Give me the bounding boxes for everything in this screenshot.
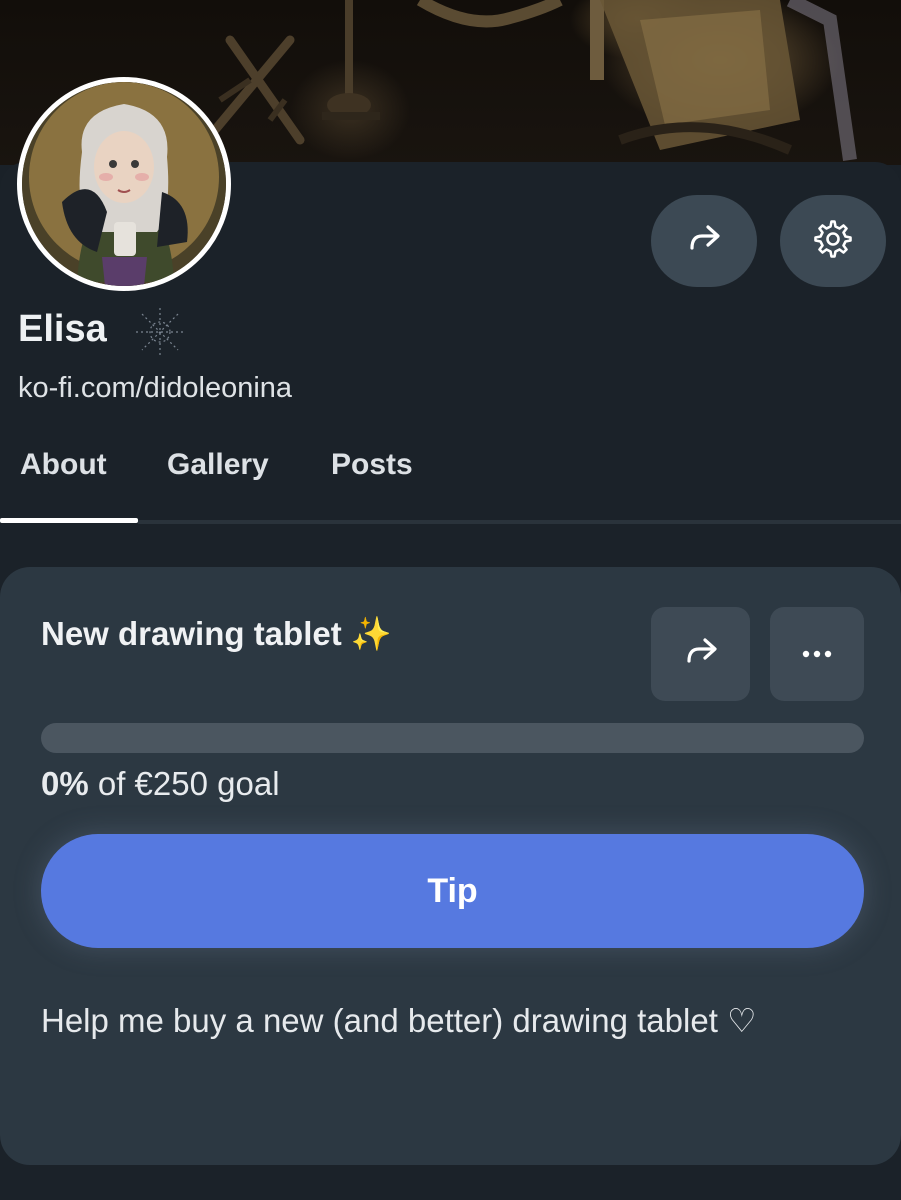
gear-icon	[813, 219, 853, 264]
profile-url[interactable]: ko-fi.com/didoleonina	[18, 372, 292, 405]
share-icon	[681, 634, 721, 675]
share-icon	[684, 221, 724, 262]
tab-about[interactable]: About	[20, 448, 107, 482]
share-goal-button[interactable]	[651, 607, 750, 701]
more-icon	[801, 645, 833, 663]
tip-button[interactable]: Tip	[41, 834, 864, 948]
goal-card: New drawing tablet ✨ 0% of €250 goal Tip…	[0, 567, 901, 1165]
goal-title: New drawing tablet ✨	[41, 615, 392, 652]
goal-progress-text: 0% of €250 goal	[41, 765, 280, 803]
tab-gallery[interactable]: Gallery	[167, 448, 269, 482]
share-profile-button[interactable]	[651, 195, 757, 287]
more-options-button[interactable]	[770, 607, 864, 701]
goal-amount: of €250 goal	[88, 765, 280, 802]
goal-description: Help me buy a new (and better) drawing t…	[41, 1002, 757, 1039]
tab-divider	[138, 520, 901, 524]
profile-name: Elisa	[18, 308, 107, 350]
settings-button[interactable]	[780, 195, 886, 287]
sparkle-badge-icon	[132, 306, 188, 363]
avatar[interactable]	[17, 77, 231, 291]
goal-progress-bar	[41, 723, 864, 753]
tab-bar: About Gallery Posts	[0, 440, 901, 526]
goal-percent: 0%	[41, 765, 89, 802]
tab-posts[interactable]: Posts	[331, 448, 413, 482]
active-tab-indicator	[0, 518, 138, 523]
